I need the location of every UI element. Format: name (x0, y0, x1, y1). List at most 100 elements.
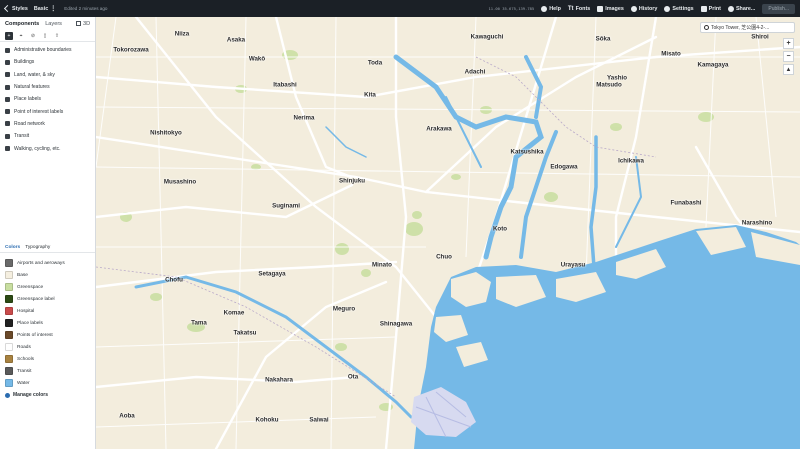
color-swatch[interactable] (5, 295, 13, 303)
tab-typography[interactable]: Typography (25, 245, 50, 250)
color-item[interactable]: Greenspace (0, 281, 95, 293)
color-item[interactable]: Water (0, 377, 95, 389)
more-vertical-icon: ⋮ (50, 6, 57, 12)
color-swatch[interactable] (5, 259, 13, 267)
place-label: Narashino (741, 219, 773, 227)
history-icon (630, 5, 637, 12)
history-button[interactable]: History (630, 5, 657, 12)
manage-colors-button[interactable]: Manage colors (0, 389, 95, 401)
color-label: Transit (17, 368, 32, 374)
place-label: Niiza (174, 30, 190, 38)
search-input[interactable]: Tokyo Tower, 芝公園4-2-... (700, 22, 795, 33)
color-swatch[interactable] (5, 379, 13, 387)
color-label: Schools (17, 356, 35, 362)
color-swatch[interactable] (5, 283, 13, 291)
color-swatch[interactable] (5, 271, 13, 279)
place-label: Kawaguchi (470, 33, 504, 41)
place-label: Koto (492, 225, 508, 233)
place-label: Suginami (272, 202, 300, 210)
component-icon (5, 146, 10, 152)
component-label: Road network (14, 120, 45, 127)
styles-link[interactable]: Styles (3, 4, 28, 13)
settings-label: Settings (672, 5, 694, 12)
images-button[interactable]: Images (597, 5, 624, 12)
place-label: Edogawa (550, 163, 578, 171)
color-swatch[interactable] (5, 331, 13, 339)
place-label: Shinagawa (379, 320, 413, 328)
color-label: Hospital (17, 308, 35, 314)
color-item[interactable]: Greenspace label (0, 293, 95, 305)
component-item[interactable]: Road network (0, 118, 95, 130)
place-label: Kita (364, 91, 376, 99)
place-label: Chofu (165, 276, 183, 284)
settings-button[interactable]: Settings (664, 5, 694, 12)
link-icon[interactable]: ⊘ (29, 32, 37, 40)
share-icon (727, 5, 734, 12)
fonts-button[interactable]: Tt Fonts (568, 6, 590, 12)
color-item[interactable]: Airports and aeroways (0, 257, 95, 269)
place-label: Nakahara (265, 376, 293, 384)
compass-button[interactable]: ▲ (783, 64, 794, 75)
component-item[interactable]: Natural features (0, 81, 95, 93)
edited-status: Edited 2 minutes ago (64, 6, 108, 11)
place-label: Aoba (119, 412, 135, 420)
tab-components[interactable]: Components (5, 21, 39, 27)
components-list: Administrative boundaries Buildings Land, … (0, 42, 95, 155)
place-label: Katsushika (510, 148, 544, 156)
component-icon (5, 72, 10, 78)
map-canvas[interactable]: Niiza Asaka Tokorozawa Kawaguchi Sōka Misato S… (96, 17, 800, 449)
help-button[interactable]: Help (541, 5, 561, 12)
color-item[interactable]: Points of interest (0, 329, 95, 341)
component-item[interactable]: Buildings (0, 56, 95, 68)
place-label: Nerima (293, 114, 315, 122)
component-item[interactable]: Land, water, & sky (0, 69, 95, 81)
tab-colors[interactable]: Colors (5, 245, 20, 250)
coordinate-readout: 11.00 35.675,139.785 (488, 6, 535, 11)
component-label: Buildings (14, 59, 35, 66)
component-label: Place labels (14, 96, 41, 103)
place-label: Urayasu (560, 261, 586, 269)
color-item[interactable]: Base (0, 269, 95, 281)
tab-3d[interactable]: 3D (75, 21, 90, 27)
share-button[interactable]: Share... (727, 5, 755, 12)
place-label: Itabashi (273, 81, 297, 89)
component-item[interactable]: Transit (0, 130, 95, 142)
color-item[interactable]: Roads (0, 341, 95, 353)
place-label: Tama (191, 319, 207, 327)
fonts-label: Fonts (575, 5, 591, 12)
tab-layers[interactable]: Layers (45, 21, 62, 27)
place-label: Tokorozawa (113, 46, 149, 54)
place-label: Funabashi (670, 199, 702, 207)
publish-button[interactable]: Publish... (762, 3, 795, 14)
color-swatch[interactable] (5, 307, 13, 315)
zoom-in-button[interactable]: + (783, 38, 794, 49)
place-label: Shinjuku (338, 177, 366, 185)
upload-icon[interactable]: ⇧ (53, 32, 61, 40)
cube-icon (75, 21, 81, 26)
zoom-out-button[interactable]: − (783, 51, 794, 62)
color-swatch[interactable] (5, 343, 13, 351)
color-item[interactable]: Schools (0, 353, 95, 365)
search-icon (704, 25, 709, 30)
color-item[interactable]: Hospital (0, 305, 95, 317)
help-label: Help (549, 5, 561, 12)
component-item[interactable]: Walking, cycling, etc. (0, 142, 95, 154)
paint-icon[interactable]: ⌖ (17, 32, 25, 40)
place-label: Kamagaya (697, 61, 729, 69)
help-icon (541, 5, 548, 12)
images-icon (597, 5, 604, 12)
add-component-icon[interactable]: + (5, 31, 13, 40)
color-swatch[interactable] (5, 319, 13, 327)
component-item[interactable]: Place labels (0, 93, 95, 105)
style-name-menu[interactable]: Basic ⋮ (34, 5, 57, 13)
color-label: Place labels (17, 320, 43, 326)
component-item[interactable]: Administrative boundaries (0, 44, 95, 56)
component-item[interactable]: Point of interest labels (0, 105, 95, 117)
trash-icon[interactable]: ▯ (41, 32, 49, 40)
print-button[interactable]: Print (700, 5, 721, 12)
color-swatch[interactable] (5, 367, 13, 375)
color-item[interactable]: Transit (0, 365, 95, 377)
color-label: Greenspace (17, 284, 44, 290)
color-item[interactable]: Place labels (0, 317, 95, 329)
color-swatch[interactable] (5, 355, 13, 363)
